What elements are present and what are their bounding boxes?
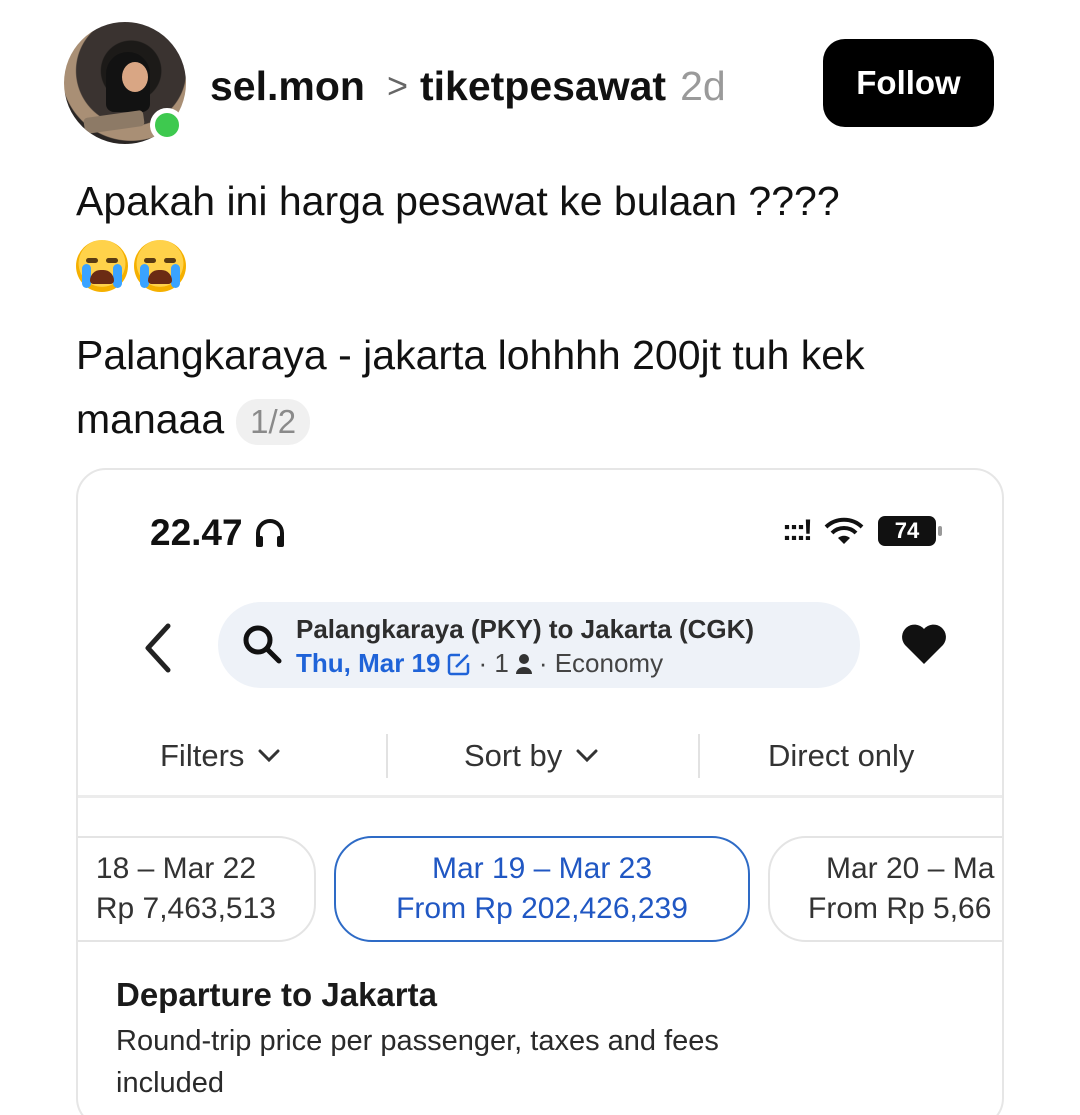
wifi-icon [824, 517, 864, 544]
post-image-card[interactable]: 22.47 :::! 74 Palangkaraya (PKY) to Jaka… [76, 468, 1004, 1115]
date-option-range: 18 – Mar 22 [95, 852, 256, 885]
date-selector: 18 – Mar 22 Rp 7,463,513 Mar 19 – Mar 23… [78, 832, 1002, 942]
avatar-desk [83, 109, 145, 135]
post-text-line-3-text: manaaa [76, 396, 225, 442]
online-status-icon [150, 108, 184, 142]
heart-icon[interactable] [900, 622, 948, 666]
tab-divider [698, 734, 700, 778]
person-icon [515, 653, 532, 674]
battery-icon: 74 [878, 516, 942, 546]
crying-face-icon [76, 240, 128, 292]
search-icon [243, 625, 282, 664]
signal-icon: :::! [782, 514, 813, 547]
follow-button[interactable]: Follow [823, 39, 994, 127]
date-option-price: From Rp 202,426,239 [396, 892, 688, 925]
username-link[interactable]: sel.mon [210, 63, 365, 110]
post-text-line-3: manaaa 1/2 [76, 396, 311, 446]
chevron-down-icon [258, 749, 280, 763]
date-option-price: From Rp 5,66 [808, 892, 992, 925]
topic-link[interactable]: tiketpesawat [420, 63, 666, 110]
tab-divider [386, 734, 388, 778]
date-option-price: Rp 7,463,513 [95, 892, 276, 925]
status-time-text: 22.47 [150, 512, 243, 553]
travel-date[interactable]: Thu, Mar 19 [296, 648, 440, 679]
image-page-indicator: 1/2 [236, 399, 311, 446]
route-text: Palangkaraya (PKY) to Jakarta (CGK) [296, 614, 755, 644]
post-text-line-2: Palangkaraya - jakarta lohhhh 200jt tuh … [76, 332, 865, 378]
sort-dropdown[interactable]: Sort by [464, 738, 598, 774]
filters-label: Filters [160, 738, 245, 773]
date-option-range: Mar 20 – Ma [826, 852, 995, 885]
chevron-right-icon: > [386, 65, 408, 106]
cabin-class: · Economy [538, 648, 664, 678]
section-title: Departure to Jakarta [116, 976, 437, 1013]
headphones-icon [255, 519, 284, 547]
status-bar-time: 22.47 [150, 512, 287, 554]
sort-label: Sort by [464, 738, 563, 773]
filter-bar: Filters Sort by Direct only [78, 728, 1002, 798]
edit-date-icon[interactable] [446, 651, 472, 677]
search-details: Thu, Mar 19 · 1 · Economy [296, 648, 663, 679]
post-author-line: sel.mon > tiketpesawat 2d [210, 58, 726, 114]
avatar-face [122, 62, 148, 92]
direct-only-toggle[interactable]: Direct only [768, 738, 914, 774]
date-option[interactable]: 18 – Mar 22 Rp 7,463,513 [78, 836, 316, 942]
passenger-count: · 1 [478, 648, 509, 678]
date-option-range: Mar 19 – Mar 23 [431, 852, 653, 885]
post-text-line-1: Apakah ini harga pesawat ke bulaan ???? [76, 178, 840, 224]
status-bar-icons: :::! 74 [782, 514, 942, 548]
date-option-selected[interactable]: Mar 19 – Mar 23 From Rp 202,426,239 [334, 836, 750, 942]
crying-face-icon [134, 240, 186, 292]
search-summary-pill[interactable]: Palangkaraya (PKY) to Jakarta (CGK) Thu,… [218, 602, 860, 688]
back-arrow-icon[interactable] [138, 620, 178, 676]
chevron-down-icon [576, 749, 598, 763]
emoji-row [76, 240, 186, 292]
direct-only-label: Direct only [768, 738, 915, 773]
date-option[interactable]: Mar 20 – Ma From Rp 5,66 [768, 836, 1002, 942]
section-subtitle: Round-trip price per passenger, taxes an… [116, 1025, 719, 1099]
filters-dropdown[interactable]: Filters [160, 738, 280, 774]
post-age: 2d [680, 62, 726, 109]
